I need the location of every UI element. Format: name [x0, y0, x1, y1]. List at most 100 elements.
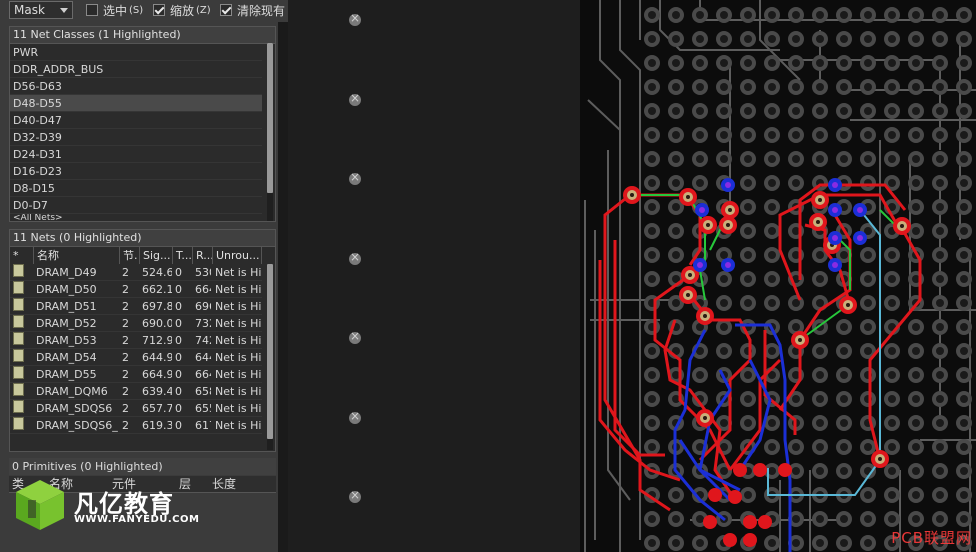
net-color-swatch[interactable]: [13, 264, 24, 277]
net-color-swatch[interactable]: [13, 332, 24, 345]
net-class-item[interactable]: PWR: [10, 44, 262, 61]
pad-hole: [648, 539, 656, 547]
net-routed-length: 732: [195, 317, 211, 330]
pad-hole: [960, 371, 968, 379]
net-nodes: 2: [122, 385, 129, 398]
net-row[interactable]: DRAM_D49 2 524.6!0 530 Net is Hic: [10, 264, 262, 281]
net-t: 0: [175, 283, 182, 296]
net-routed-length: 658: [195, 385, 211, 398]
net-color-swatch[interactable]: [13, 417, 24, 430]
pcb-layout-view[interactable]: PCB联盟网: [580, 0, 976, 552]
net-row[interactable]: DRAM_SDQS6 2 657.7!0 655 Net is Hic: [10, 400, 262, 417]
net-signal-length: 697.8:: [142, 300, 172, 313]
scrollbar[interactable]: [267, 43, 273, 221]
net-row[interactable]: DRAM_SDQS6_E 2 619.3(0 617 Net is Hic: [10, 417, 262, 434]
net-class-item[interactable]: D8-D15: [10, 180, 262, 197]
net-signal-length: 662.1(: [142, 283, 172, 296]
pad-hole: [864, 83, 872, 91]
net-row[interactable]: DRAM_D52 2 690.0!0 732 Net is Hic: [10, 315, 262, 332]
top-via: [728, 490, 742, 504]
net-color-swatch[interactable]: [13, 400, 24, 413]
pad-hole: [864, 299, 872, 307]
net-row[interactable]: DRAM_DQM6 2 639.4:0 658 Net is Hic: [10, 383, 262, 400]
mode-select[interactable]: Mask: [9, 1, 73, 19]
pad-hole: [960, 515, 968, 523]
net-class-item[interactable]: D32-D39: [10, 129, 262, 146]
net-t: 0: [175, 334, 182, 347]
net-row[interactable]: DRAM_D50 2 662.1(0 664 Net is Hic: [10, 281, 262, 298]
pad-hole: [840, 419, 848, 427]
net-class-item[interactable]: D16-D23: [10, 163, 262, 180]
pad-hole: [768, 443, 776, 451]
net-class-item[interactable]: <All Nets>: [10, 214, 262, 221]
pad-hole: [888, 467, 896, 475]
net-color-swatch[interactable]: [13, 349, 24, 362]
net-unrouted: Net is Hic: [215, 300, 262, 313]
pad-hole: [696, 179, 704, 187]
column-header[interactable]: T...: [173, 247, 193, 264]
pad-hole: [888, 107, 896, 115]
pad-hole: [912, 203, 920, 211]
zoom-checkbox[interactable]: 缩放 (Z): [153, 2, 211, 18]
column-header[interactable]: Sig...: [140, 247, 173, 264]
column-header[interactable]: 名称: [34, 247, 120, 264]
net-color-swatch[interactable]: [13, 281, 24, 294]
pad-hole: [912, 11, 920, 19]
scrollbar-thumb[interactable]: [267, 264, 273, 439]
net-class-item[interactable]: D0-D7: [10, 197, 262, 214]
primitives-header: 0 Primitives (0 Highlighted): [9, 458, 276, 475]
scrollbar-thumb[interactable]: [267, 43, 273, 193]
pad-hole: [816, 515, 824, 523]
net-name: DRAM_D50: [36, 283, 97, 296]
via-marker: [349, 409, 361, 424]
pad-hole: [768, 59, 776, 67]
clear-existing-checkbox[interactable]: 清除现有: [220, 2, 288, 18]
pad-hole: [792, 443, 800, 451]
via-center: [725, 262, 731, 268]
net-color-swatch[interactable]: [13, 366, 24, 379]
pad-hole: [648, 419, 656, 427]
net-row[interactable]: DRAM_D51 2 697.8:0 696 Net is Hic: [10, 298, 262, 315]
column-header[interactable]: 长度: [212, 476, 236, 493]
pad-hole: [840, 11, 848, 19]
net-color-swatch[interactable]: [13, 315, 24, 328]
column-header[interactable]: R...: [193, 247, 213, 264]
pad-hole: [864, 323, 872, 331]
net-nodes: 2: [122, 317, 129, 330]
net-signal-length: 664.9(: [142, 368, 172, 381]
scrollbar[interactable]: [267, 264, 273, 450]
select-checkbox[interactable]: 选中 (S): [86, 2, 143, 18]
via-center: [832, 262, 838, 268]
pad-hole: [768, 11, 776, 19]
pad-hole: [768, 227, 776, 235]
net-color-swatch[interactable]: [13, 298, 24, 311]
pad-hole: [792, 11, 800, 19]
net-nodes: 2: [122, 283, 129, 296]
pad-hole: [720, 347, 728, 355]
net-class-item-selected[interactable]: D48-D55: [10, 95, 262, 112]
pad-hole: [696, 11, 704, 19]
pad-hole: [888, 59, 896, 67]
checkbox-shortcut: (Z): [196, 4, 211, 16]
net-row[interactable]: DRAM_D53 2 712.9-0 742 Net is Hic: [10, 332, 262, 349]
column-header[interactable]: *: [10, 247, 34, 264]
pad-hole: [960, 107, 968, 115]
pad-hole: [720, 323, 728, 331]
pad-hole: [768, 35, 776, 43]
pad-hole: [672, 83, 680, 91]
net-nodes: 2: [122, 402, 129, 415]
net-class-item[interactable]: D40-D47: [10, 112, 262, 129]
net-color-swatch[interactable]: [13, 383, 24, 396]
net-class-item[interactable]: D56-D63: [10, 78, 262, 95]
net-class-item[interactable]: D24-D31: [10, 146, 262, 163]
column-header[interactable]: Unrou...: [213, 247, 262, 264]
pad-hole: [744, 155, 752, 163]
net-row[interactable]: DRAM_D55 2 664.9(0 664 Net is Hic: [10, 366, 262, 383]
net-class-item[interactable]: DDR_ADDR_BUS: [10, 61, 262, 78]
pad-hole: [888, 395, 896, 403]
pad-hole: [912, 467, 920, 475]
column-header[interactable]: 节.: [120, 247, 140, 264]
pad-hole: [816, 275, 824, 283]
pad-hole: [846, 303, 850, 307]
net-row[interactable]: DRAM_D54 2 644.9(0 644 Net is Hic: [10, 349, 262, 366]
